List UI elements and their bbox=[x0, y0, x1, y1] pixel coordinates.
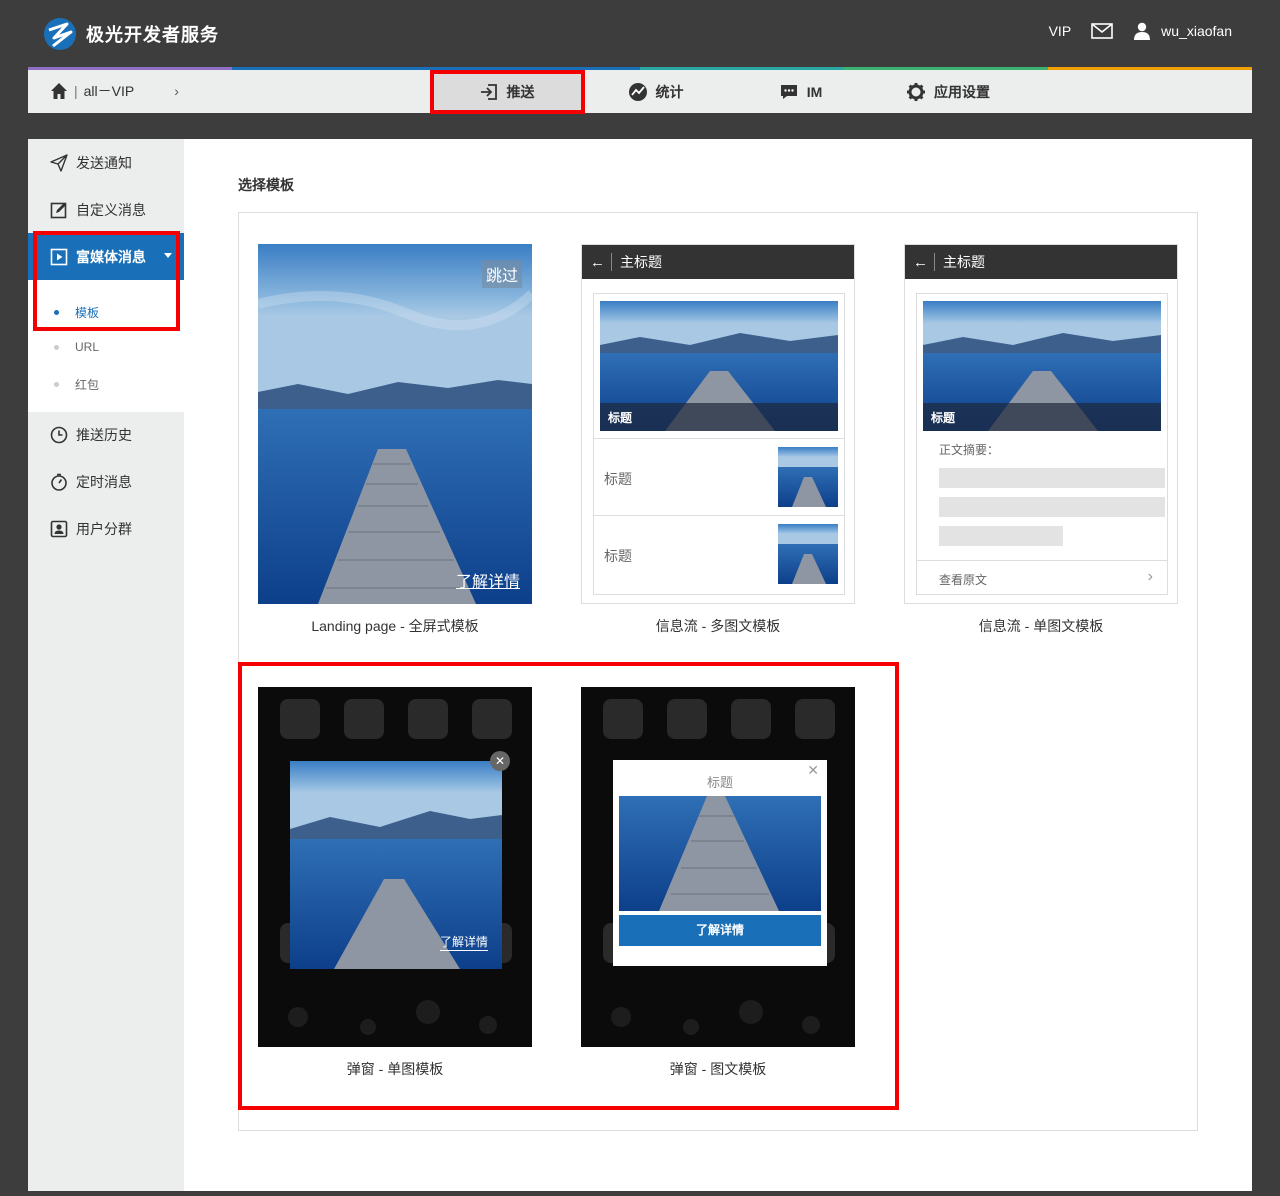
close-icon[interactable]: ✕ bbox=[807, 762, 819, 779]
top-header: 极光开发者服务 VIP wu_xiaofan bbox=[0, 0, 1280, 66]
template-caption: Landing page - 全屏式模板 bbox=[311, 618, 479, 634]
skip-button[interactable]: 跳过 bbox=[481, 260, 522, 288]
sidebar-item-custom-message[interactable]: 自定义消息 bbox=[28, 186, 184, 233]
template-card-popup-image-text[interactable]: 标题 ✕ 了解详情 弹窗 - 图文模板 bbox=[581, 687, 855, 1079]
brand-name: 极光开发者服务 bbox=[86, 25, 219, 45]
tab-app-settings[interactable]: 应用设置 bbox=[873, 70, 1023, 113]
template-card-feed-single[interactable]: ← 主标题 标题 正文摘要： 查看原文 › 信息流 - 单图文模板 bbox=[904, 244, 1178, 636]
back-arrow-icon: ← bbox=[913, 253, 928, 271]
template-card-feed-multi[interactable]: ← 主标题 标题 标题 标题 信息流 - 多图文模板 bbox=[581, 244, 855, 636]
edit-icon bbox=[50, 202, 67, 218]
sidebar-item-scheduled-message[interactable]: 定时消息 bbox=[28, 458, 184, 505]
template-caption: 弹窗 - 图文模板 bbox=[669, 1061, 767, 1077]
popup-dialog: 标题 ✕ 了解详情 bbox=[613, 760, 827, 966]
section-title: 选择模板 bbox=[238, 177, 294, 193]
app-selector[interactable]: all－VIP bbox=[84, 81, 135, 101]
learn-more-link[interactable]: 了解详情 bbox=[456, 568, 520, 592]
back-arrow-icon: ← bbox=[590, 253, 605, 271]
template-caption: 弹窗 - 单图模板 bbox=[346, 1061, 444, 1077]
hero-image: 标题 bbox=[923, 301, 1161, 431]
rich-media-submenu: 模板 URL 红包 bbox=[28, 280, 184, 412]
landing-page-preview: 跳过 了解详情 bbox=[258, 244, 532, 604]
learn-more-button[interactable]: 了解详情 bbox=[619, 915, 821, 946]
submenu-item-url[interactable]: URL bbox=[54, 340, 99, 354]
chat-icon bbox=[780, 84, 797, 99]
template-card-popup-image[interactable]: 了解详情 ✕ 弹窗 - 单图模板 bbox=[258, 687, 532, 1079]
main-panel: 发送通知 自定义消息 富媒体消息 模板 URL 红包 推送历史 定时消息 用户分… bbox=[28, 139, 1252, 1191]
user-icon[interactable] bbox=[1133, 22, 1151, 40]
tab-im[interactable]: IM bbox=[728, 70, 873, 113]
template-card-landing-page[interactable]: 跳过 了解详情 Landing page - 全屏式模板 bbox=[258, 244, 532, 636]
sidebar: 发送通知 自定义消息 富媒体消息 模板 URL 红包 推送历史 定时消息 用户分… bbox=[28, 139, 184, 1191]
clock-icon bbox=[50, 426, 68, 443]
template-caption: 信息流 - 单图文模板 bbox=[978, 618, 1104, 634]
sidebar-item-push-history[interactable]: 推送历史 bbox=[28, 411, 184, 458]
caret-down-icon[interactable] bbox=[164, 253, 172, 258]
media-icon bbox=[50, 248, 68, 265]
lake-pier-image bbox=[258, 244, 532, 604]
breadcrumb: | all－VIP › bbox=[50, 81, 179, 101]
tab-stats[interactable]: 统计 bbox=[583, 70, 728, 113]
popup-title: 标题 bbox=[706, 775, 733, 790]
close-icon[interactable]: ✕ bbox=[490, 751, 510, 771]
popup-image bbox=[619, 796, 821, 911]
push-icon bbox=[480, 83, 497, 100]
chevron-right-icon[interactable]: › bbox=[174, 83, 179, 99]
home-icon[interactable] bbox=[50, 82, 68, 100]
submenu-item-template[interactable]: 模板 bbox=[54, 304, 99, 321]
vip-link[interactable]: VIP bbox=[1049, 23, 1072, 39]
popup-image: 了解详情 bbox=[290, 761, 502, 969]
stats-icon bbox=[628, 82, 647, 101]
sidebar-item-rich-media[interactable]: 富媒体消息 bbox=[28, 233, 184, 280]
main-navbar: | all－VIP › 推送 统计 IM 应用设置 bbox=[28, 67, 1252, 113]
list-item: 标题 bbox=[594, 515, 844, 592]
learn-more-link[interactable]: 了解详情 bbox=[439, 933, 488, 951]
tab-push[interactable]: 推送 bbox=[430, 70, 583, 113]
template-caption: 信息流 - 多图文模板 bbox=[655, 618, 781, 634]
feed-single-preview: ← 主标题 标题 正文摘要： 查看原文 › bbox=[904, 244, 1178, 604]
read-more-row: 查看原文 › bbox=[917, 560, 1167, 596]
feed-multi-preview: ← 主标题 标题 标题 标题 bbox=[581, 244, 855, 604]
popup-image-text-preview: 标题 ✕ 了解详情 bbox=[581, 687, 855, 1047]
gear-icon bbox=[907, 82, 925, 101]
submenu-item-red-packet[interactable]: 红包 bbox=[54, 376, 99, 393]
username[interactable]: wu_xiaofan bbox=[1161, 23, 1232, 39]
popup-image-preview: 了解详情 ✕ bbox=[258, 687, 532, 1047]
mail-icon[interactable] bbox=[1091, 23, 1113, 39]
sidebar-item-user-segments[interactable]: 用户分群 bbox=[28, 505, 184, 552]
jiguang-logo-icon bbox=[44, 18, 76, 50]
user-group-icon bbox=[50, 520, 68, 537]
send-icon bbox=[50, 153, 68, 172]
sidebar-item-send-notification[interactable]: 发送通知 bbox=[28, 139, 184, 186]
chevron-right-icon: › bbox=[1147, 568, 1153, 585]
hero-image: 标题 bbox=[600, 301, 838, 431]
summary-label: 正文摘要： bbox=[939, 443, 1000, 457]
list-item: 标题 bbox=[594, 438, 844, 515]
timer-icon bbox=[51, 473, 67, 491]
template-gallery: 跳过 了解详情 Landing page - 全屏式模板 ← 主标题 标题 标题… bbox=[238, 212, 1198, 1131]
brand-logo[interactable]: 极光开发者服务 bbox=[42, 16, 219, 52]
